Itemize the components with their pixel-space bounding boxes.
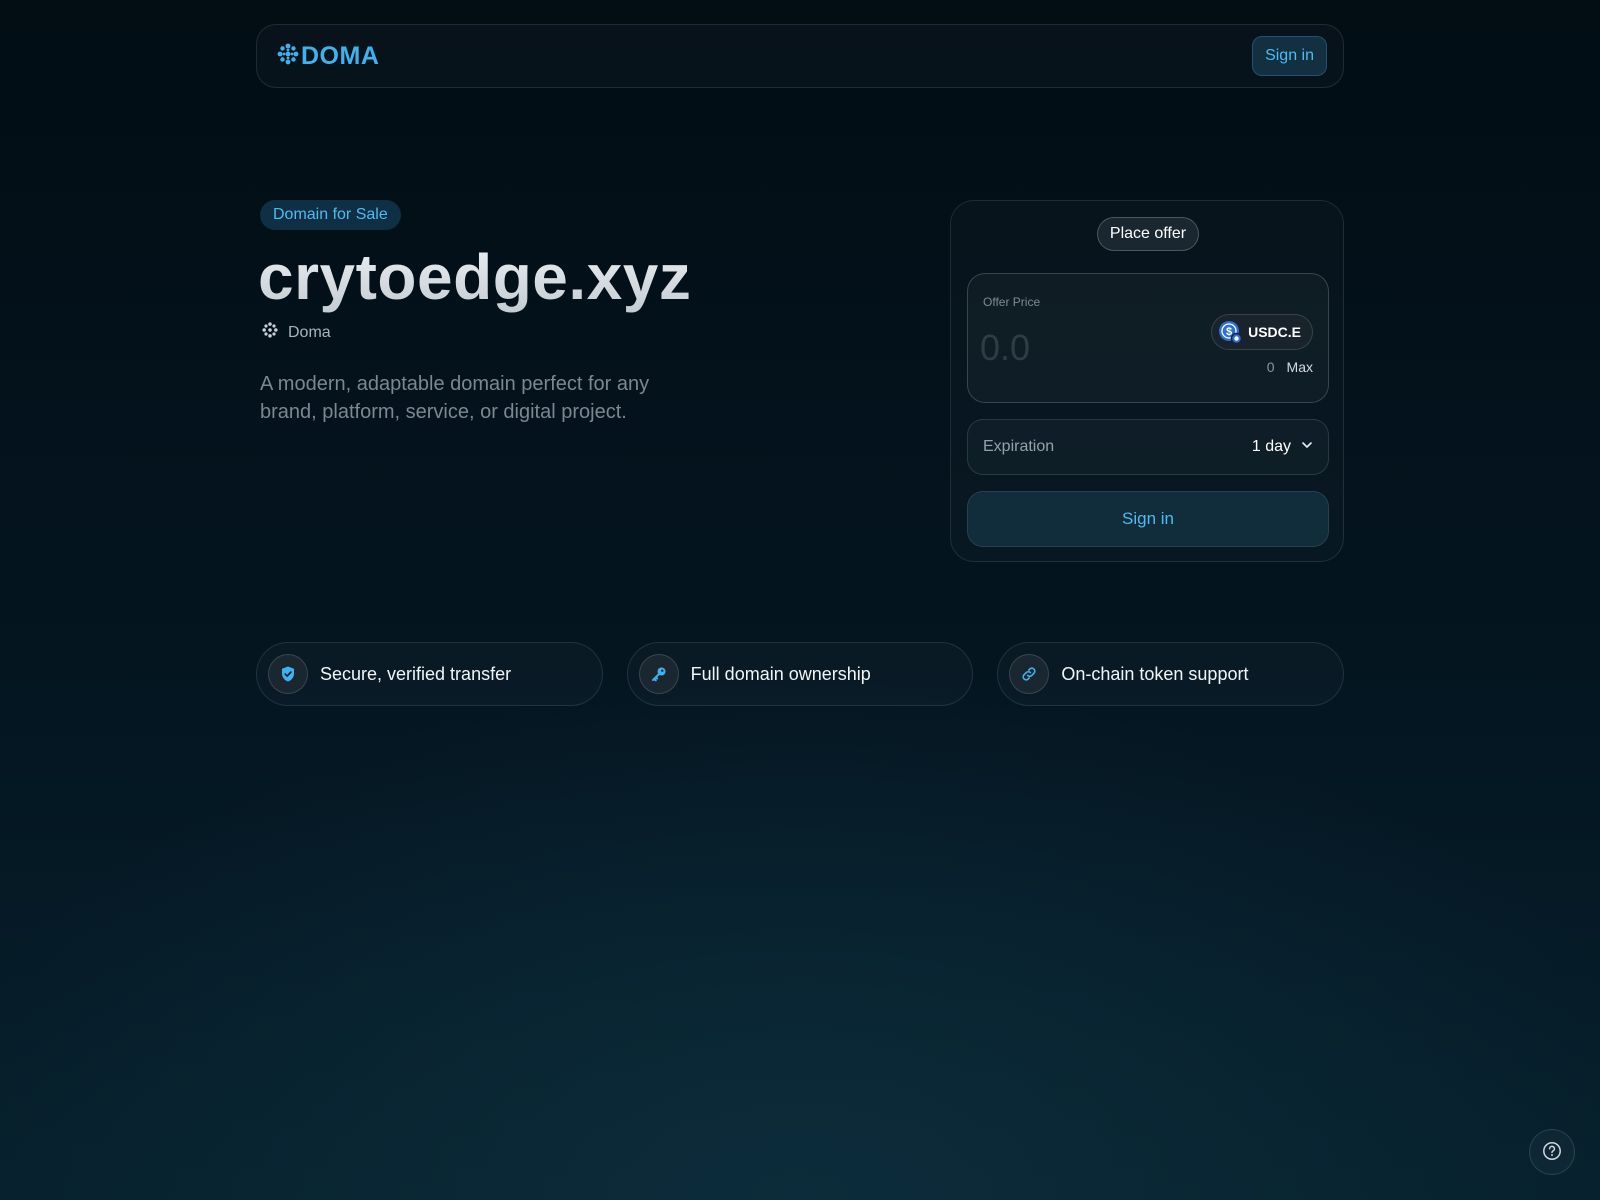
features-row: Secure, verified transfer Full domain ow… [256,642,1345,706]
doma-registrar-icon [262,322,278,343]
doma-logo-icon [277,43,299,70]
shield-check-icon [268,654,308,694]
registrar-info: Doma [262,322,331,343]
offer-price-label: Offer Price [983,295,1041,309]
balance-row: 0 Max [1267,359,1313,375]
expiration-row[interactable]: Expiration 1 day [967,419,1329,475]
key-icon [638,654,679,694]
token-name: USDC.E [1248,324,1301,340]
expiration-select[interactable]: 1 day [1252,438,1313,456]
usdc-token-icon: $ [1218,320,1243,345]
header-sign-in-button[interactable]: Sign in [1252,36,1327,76]
doma-logo[interactable]: DOMA [277,42,379,71]
token-selector[interactable]: $ USDC.E [1211,314,1313,350]
help-circle-icon [1542,1141,1562,1164]
link-icon [1009,654,1050,694]
feature-secure-transfer: Secure, verified transfer [256,642,603,706]
feature-label: On-chain token support [1061,663,1249,684]
feature-label: Secure, verified transfer [320,663,512,684]
feature-token-support: On-chain token support [997,642,1345,706]
domain-for-sale-badge: Domain for Sale [260,200,401,230]
svg-text:$: $ [1226,326,1232,338]
domain-name-title: crytoedge.xyz [258,241,692,313]
chevron-down-icon [1301,438,1313,456]
feature-label: Full domain ownership [690,663,871,684]
doma-logo-text: DOMA [301,41,380,70]
top-header: DOMA Sign in [256,24,1344,88]
expiration-label: Expiration [983,438,1055,455]
place-offer-tab[interactable]: Place offer [1097,217,1199,251]
offer-price-input[interactable] [980,326,1200,370]
registrar-name: Doma [288,323,331,341]
help-button[interactable] [1529,1129,1575,1175]
max-button[interactable]: Max [1287,359,1313,375]
feature-domain-ownership: Full domain ownership [626,642,974,706]
offer-sign-in-button[interactable]: Sign in [967,491,1329,547]
offer-price-box: Offer Price $ USDC.E 0 Max [967,273,1329,403]
offer-card: Place offer Offer Price $ USDC.E 0 Max E… [950,200,1344,562]
token-balance: 0 [1266,359,1275,375]
expiration-value: 1 day [1251,438,1291,455]
domain-description: A modern, adaptable domain perfect for a… [260,373,650,423]
